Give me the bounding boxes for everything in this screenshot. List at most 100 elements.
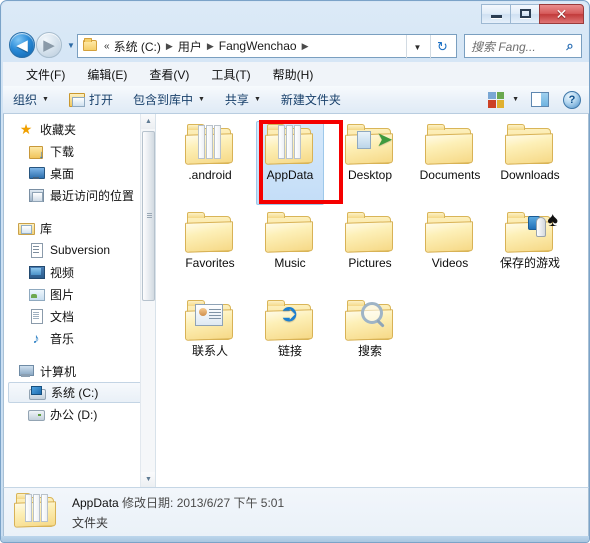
breadcrumb-item-1[interactable]: 用户 bbox=[177, 38, 203, 55]
folder-icon bbox=[81, 38, 99, 54]
computer-icon bbox=[18, 363, 34, 379]
details-pane: AppData 修改日期: 2013/6/27 下午 5:01 文件夹 bbox=[3, 487, 589, 537]
sidebar-group-computer[interactable]: 计算机 bbox=[4, 360, 155, 382]
sidebar-item-documents-label: 文档 bbox=[50, 309, 75, 324]
close-button[interactable]: ✕ bbox=[539, 3, 584, 24]
drive-icon bbox=[28, 406, 45, 422]
chevron-down-icon: ▼ bbox=[145, 476, 152, 483]
sidebar-item-music[interactable]: ♪ 音乐 bbox=[4, 327, 155, 349]
open-button[interactable]: 打开 bbox=[59, 88, 123, 112]
share-button[interactable]: 共享 ▼ bbox=[215, 88, 271, 112]
command-bar-right: ▼ ? bbox=[488, 90, 589, 109]
address-dropdown-button[interactable]: ▼ bbox=[406, 35, 428, 59]
help-icon[interactable]: ? bbox=[563, 90, 581, 109]
chevron-down-icon: ▼ bbox=[67, 40, 75, 50]
close-icon: ✕ bbox=[555, 5, 568, 22]
address-bar[interactable]: « 系统 (C:) ▶ 用户 ▶ FangWenchao ▶ ▼ ↻ bbox=[77, 34, 457, 59]
chevron-up-icon: ▲ bbox=[145, 118, 152, 125]
maximize-icon bbox=[519, 9, 531, 18]
organize-label: 组织 bbox=[13, 93, 38, 107]
refresh-button[interactable]: ↻ bbox=[430, 35, 454, 59]
scrollbar-thumb[interactable] bbox=[142, 131, 155, 301]
sidebar-item-recent-places-label: 最近访问的位置 bbox=[50, 188, 135, 203]
sidebar-item-system-c[interactable]: 系统 (C:) bbox=[8, 382, 151, 403]
minimize-icon bbox=[490, 15, 502, 18]
file-item-saved-games[interactable]: ♠ 保存的游戏 bbox=[490, 208, 570, 296]
breadcrumb-item-2[interactable]: FangWenchao bbox=[218, 39, 298, 53]
file-item-appdata[interactable]: AppData bbox=[250, 120, 330, 208]
downloads-icon bbox=[28, 143, 44, 161]
forward-button[interactable]: ▶ bbox=[36, 32, 62, 58]
file-item-android[interactable]: .android bbox=[170, 120, 250, 208]
file-list-pane[interactable]: .android AppData ➤ Desktop Documents Dow… bbox=[156, 114, 588, 487]
file-item-documents[interactable]: Documents bbox=[410, 120, 490, 208]
search-box[interactable]: 搜索 Fang... ⌕ bbox=[464, 34, 582, 58]
breadcrumb-separator-icon[interactable]: ▶ bbox=[298, 41, 313, 52]
sidebar-item-downloads[interactable]: 下载 bbox=[4, 140, 155, 162]
sidebar-item-videos[interactable]: 视频 bbox=[4, 261, 155, 283]
menu-view[interactable]: 查看(V) bbox=[138, 64, 200, 85]
file-item-label: Favorites bbox=[185, 256, 235, 270]
sidebar-item-desktop[interactable]: 桌面 bbox=[4, 162, 155, 184]
open-folder-icon bbox=[68, 92, 85, 107]
recent-pages-button[interactable]: ▼ bbox=[65, 32, 77, 58]
file-item-label: 搜索 bbox=[357, 344, 382, 358]
folder-icon bbox=[265, 212, 315, 254]
sidebar-item-music-label: 音乐 bbox=[50, 331, 75, 346]
new-folder-button[interactable]: 新建文件夹 bbox=[271, 88, 351, 112]
details-modified-value: 2013/6/27 下午 5:01 bbox=[176, 495, 285, 510]
file-item-music[interactable]: Music bbox=[250, 208, 330, 296]
file-item-searches[interactable]: 搜索 bbox=[330, 296, 410, 384]
explorer-body: ★ 收藏夹 下载 桌面 最近访问的位置 bbox=[3, 114, 589, 487]
breadcrumb-overflow-icon[interactable]: « bbox=[101, 41, 113, 52]
breadcrumb-separator-icon[interactable]: ▶ bbox=[203, 41, 218, 52]
new-folder-label: 新建文件夹 bbox=[280, 93, 341, 107]
sidebar-item-recent-places[interactable]: 最近访问的位置 bbox=[4, 184, 155, 206]
back-button[interactable]: ◀ bbox=[9, 32, 35, 58]
file-item-contacts[interactable]: 联系人 bbox=[170, 296, 250, 384]
sidebar-scrollbar[interactable]: ▲ ▼ bbox=[140, 114, 155, 487]
sidebar-group-libraries[interactable]: 库 bbox=[4, 217, 155, 239]
sidebar-item-subversion[interactable]: Subversion bbox=[4, 239, 155, 261]
search-icon: ⌕ bbox=[566, 38, 574, 53]
file-item-label: 链接 bbox=[277, 344, 302, 358]
back-arrow-icon: ◀ bbox=[16, 36, 28, 54]
menu-edit[interactable]: 编辑(E) bbox=[76, 64, 138, 85]
search-input[interactable]: 搜索 Fang... bbox=[465, 38, 559, 55]
documents-icon bbox=[28, 308, 44, 324]
file-item-downloads[interactable]: Downloads bbox=[490, 120, 570, 208]
menu-file[interactable]: 文件(F) bbox=[15, 64, 76, 85]
file-item-links[interactable]: ➲ 链接 bbox=[250, 296, 330, 384]
folder-links-icon: ➲ bbox=[265, 300, 315, 342]
change-view-icon[interactable] bbox=[488, 91, 505, 108]
sidebar-item-documents[interactable]: 文档 bbox=[4, 305, 155, 327]
preview-pane-icon[interactable] bbox=[531, 92, 549, 107]
sidebar-item-pictures[interactable]: 图片 bbox=[4, 283, 155, 305]
include-in-library-button[interactable]: 包含到库中 ▼ bbox=[123, 88, 215, 112]
file-item-label: AppData bbox=[266, 168, 314, 182]
file-item-desktop[interactable]: ➤ Desktop bbox=[330, 120, 410, 208]
maximize-button[interactable] bbox=[510, 3, 539, 24]
folder-games-icon: ♠ bbox=[505, 210, 558, 254]
change-view-dropdown-icon[interactable]: ▼ bbox=[512, 96, 519, 103]
file-item-pictures[interactable]: Pictures bbox=[330, 208, 410, 296]
sidebar-item-office-d[interactable]: 办公 (D:) bbox=[4, 403, 155, 425]
menu-help[interactable]: 帮助(H) bbox=[262, 64, 325, 85]
window-controls: ✕ bbox=[481, 3, 584, 24]
navigation-pane: ★ 收藏夹 下载 桌面 最近访问的位置 bbox=[4, 114, 156, 487]
minimize-button[interactable] bbox=[481, 3, 510, 24]
sidebar-group-favorites[interactable]: ★ 收藏夹 bbox=[4, 118, 155, 140]
file-item-label: Documents bbox=[419, 168, 481, 182]
scroll-up-button[interactable]: ▲ bbox=[141, 114, 155, 129]
scroll-down-button[interactable]: ▼ bbox=[141, 472, 155, 487]
file-item-videos[interactable]: Videos bbox=[410, 208, 490, 296]
sidebar-item-office-d-label: 办公 (D:) bbox=[50, 407, 98, 422]
organize-button[interactable]: 组织 ▼ bbox=[3, 88, 59, 112]
file-item-favorites[interactable]: Favorites bbox=[170, 208, 250, 296]
breadcrumb-separator-icon[interactable]: ▶ bbox=[162, 41, 177, 52]
file-item-label: 联系人 bbox=[191, 344, 228, 358]
menu-tools[interactable]: 工具(T) bbox=[200, 64, 261, 85]
breadcrumb-item-0[interactable]: 系统 (C:) bbox=[113, 38, 162, 55]
